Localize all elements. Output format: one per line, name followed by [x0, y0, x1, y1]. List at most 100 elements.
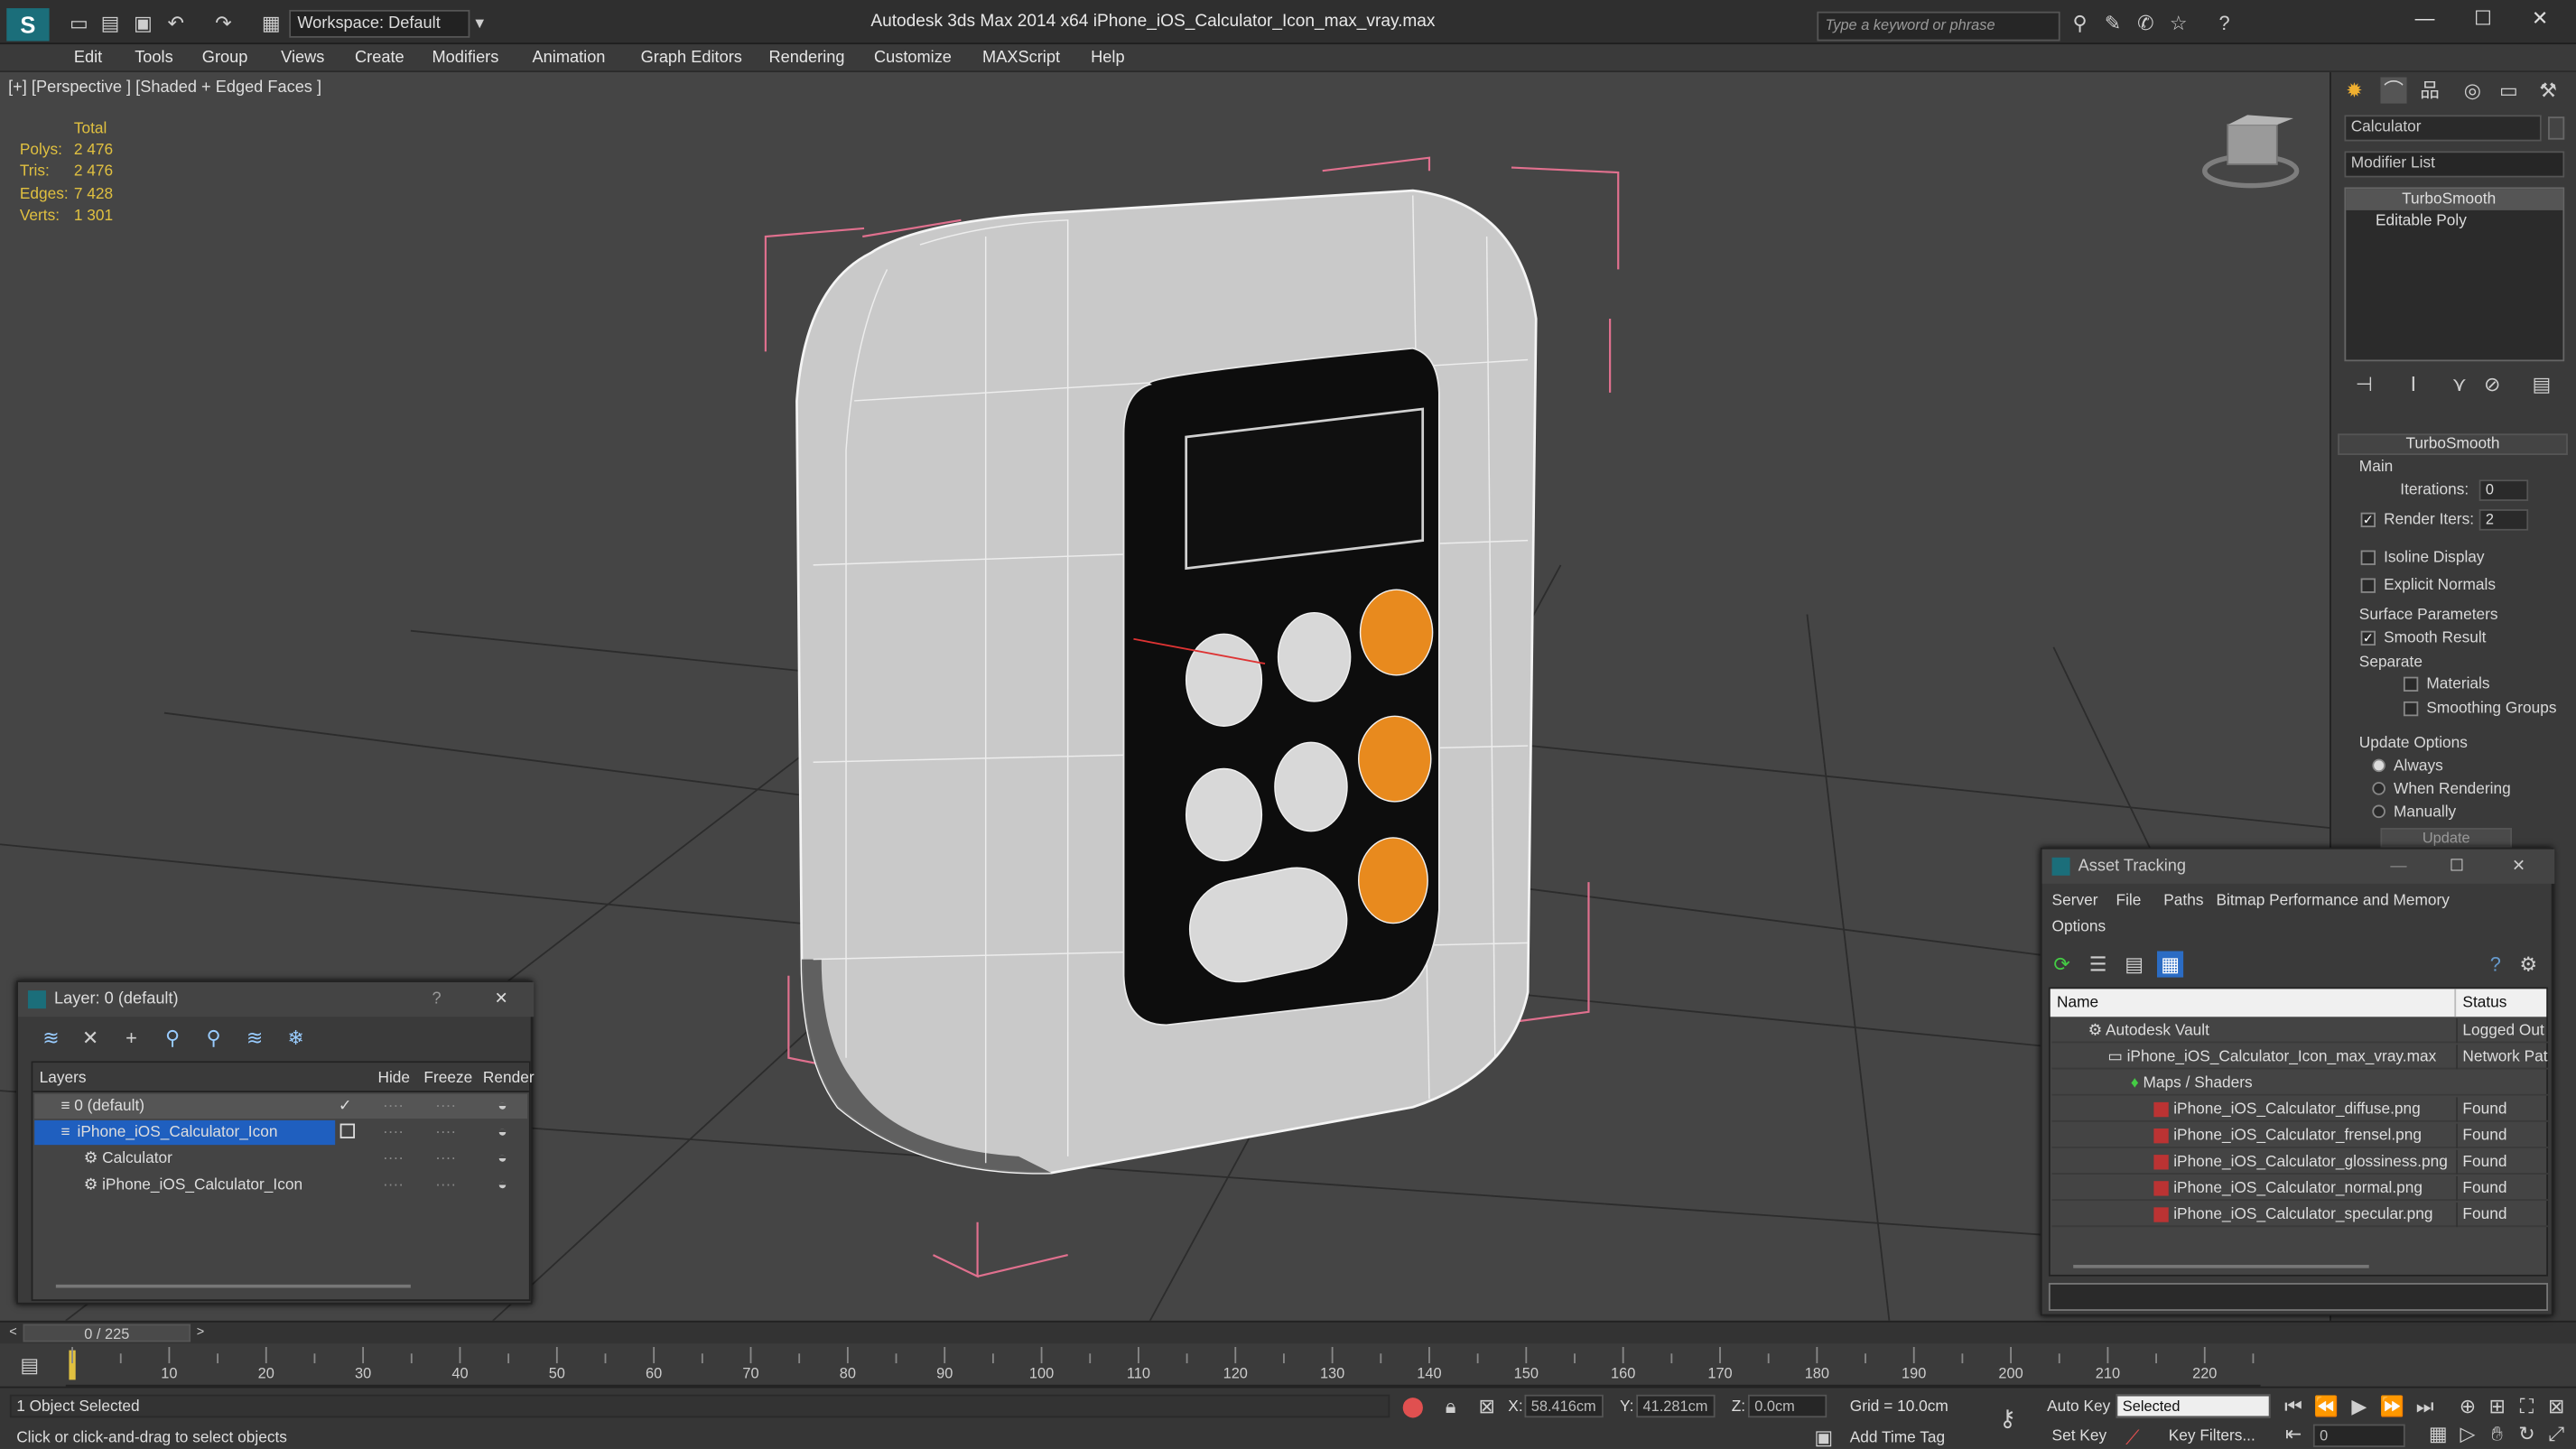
zoom-extents-icon[interactable]: ⛶	[2514, 1393, 2540, 1419]
utilities-tab-icon[interactable]: ⚒	[2534, 78, 2561, 104]
app-logo-icon[interactable]: S	[6, 8, 50, 42]
asset-dialog-title[interactable]: Asset Tracking — ☐ ✕	[2041, 849, 2555, 884]
render-teapot-icon[interactable]: ◒	[498, 1147, 507, 1171]
communication-icon[interactable]: ✆	[2133, 10, 2159, 36]
modifier-list-dropdown[interactable]: Modifier List	[2344, 151, 2565, 178]
asset-row[interactable]: iPhone_iOS_Calculator_diffuse.png Found	[2051, 1097, 2549, 1122]
next-key-icon[interactable]: ⏩	[2379, 1393, 2405, 1419]
when-rendering-radio[interactable]	[2372, 782, 2385, 795]
subscription-icon[interactable]: ✎	[2099, 10, 2125, 36]
hide-dots[interactable]: ····	[383, 1173, 404, 1197]
explicit-normals-checkbox[interactable]	[2360, 578, 2376, 593]
workspace-arrow-icon[interactable]: ▼	[467, 10, 493, 36]
stack-item-turbosmooth[interactable]: TurboSmooth	[2346, 189, 2563, 210]
asset-menu-paths[interactable]: Paths	[2163, 892, 2203, 910]
hierarchy-tab-icon[interactable]: 品	[2416, 78, 2442, 104]
asset-maximize-icon[interactable]: ☐	[2450, 850, 2464, 884]
menu-rendering[interactable]: Rendering	[769, 50, 845, 68]
freeze-dots[interactable]: ····	[435, 1147, 456, 1171]
open-file-icon[interactable]: ▤	[97, 10, 123, 36]
minimize-icon[interactable]: —	[2415, 6, 2435, 29]
asset-menu-server[interactable]: Server	[2052, 892, 2098, 910]
project-folder-icon[interactable]: ▦	[258, 10, 284, 36]
field-of-view-icon[interactable]: ▷	[2454, 1421, 2480, 1447]
menu-help[interactable]: Help	[1091, 50, 1124, 68]
white-key[interactable]	[1277, 611, 1352, 702]
detail-view-icon[interactable]: ▤	[2121, 951, 2147, 977]
maximize-viewport-icon[interactable]: ⤢	[2543, 1421, 2570, 1447]
smoothing-groups-checkbox[interactable]	[2403, 701, 2419, 717]
materials-checkbox[interactable]	[2403, 676, 2419, 692]
isolate-icon[interactable]: ⬤	[1400, 1393, 1426, 1419]
go-to-end-icon[interactable]: ⏭	[2412, 1393, 2438, 1419]
asset-row[interactable]: ⚙ Autodesk Vault Logged Out ...	[2051, 1018, 2549, 1044]
freeze-dots[interactable]: ····	[435, 1094, 456, 1119]
auto-key-button[interactable]: Auto Key	[2047, 1398, 2110, 1416]
menu-create[interactable]: Create	[355, 50, 405, 68]
create-layer-icon[interactable]: ≋	[38, 1025, 64, 1051]
favorites-icon[interactable]: ☆	[2165, 10, 2191, 36]
hide-dots[interactable]: ····	[383, 1147, 404, 1171]
time-slider[interactable]: < 0 / 225 >	[0, 1319, 2576, 1345]
white-key[interactable]	[1274, 741, 1348, 832]
time-config-icon[interactable]: ▦	[2425, 1421, 2451, 1447]
smooth-result-checkbox[interactable]: ✓	[2360, 630, 2376, 646]
highlight-layer-icon[interactable]: ⚲	[200, 1025, 227, 1051]
orange-key[interactable]	[1359, 589, 1434, 676]
asset-row[interactable]: iPhone_iOS_Calculator_normal.png Found	[2051, 1175, 2549, 1202]
asset-row[interactable]: ▭ iPhone_iOS_Calculator_Icon_max_vray.ma…	[2051, 1045, 2549, 1070]
selection-set-dropdown[interactable]: Selected	[2116, 1394, 2271, 1418]
menu-animation[interactable]: Animation	[533, 50, 606, 68]
freeze-all-icon[interactable]: ❄	[283, 1025, 309, 1051]
object-color-swatch[interactable]	[2548, 116, 2565, 140]
always-radio[interactable]	[2372, 758, 2385, 773]
stack-item-editable-poly[interactable]: Editable Poly	[2346, 210, 2562, 232]
iterations-spinner[interactable]: 0	[2478, 479, 2529, 501]
search-input[interactable]: Type a keyword or phrase	[1817, 11, 2060, 42]
set-key-icon[interactable]: ⟋	[2119, 1425, 2145, 1449]
layer-dialog-title[interactable]: Layer: 0 (default) ? ✕	[18, 982, 535, 1017]
lock-icon[interactable]: 🔒︎	[1437, 1393, 1464, 1419]
asset-minimize-icon[interactable]: —	[2390, 850, 2406, 884]
asset-menu-file[interactable]: File	[2116, 892, 2142, 910]
render-iters-spinner[interactable]: 2	[2478, 509, 2529, 531]
asset-tracking-dialog[interactable]: Asset Tracking — ☐ ✕ Server File Paths B…	[2040, 847, 2555, 1316]
asset-options-icon[interactable]: ⚙	[2516, 951, 2542, 977]
time-tag-icon[interactable]: ▣	[1810, 1425, 1837, 1449]
maximize-icon[interactable]: ☐	[2474, 6, 2492, 29]
make-unique-icon[interactable]: ⋎	[2446, 371, 2472, 397]
manually-radio[interactable]	[2372, 804, 2385, 819]
menu-graph-editors[interactable]: Graph Editors	[641, 50, 742, 68]
hide-all-icon[interactable]: ≋	[241, 1025, 267, 1051]
menu-maxscript[interactable]: MAXScript	[982, 50, 1060, 68]
create-tab-icon[interactable]: ✹	[2341, 78, 2367, 104]
pan-icon[interactable]: ✋︎	[2484, 1421, 2510, 1447]
current-frame-field[interactable]: 0	[2312, 1424, 2405, 1447]
display-tab-icon[interactable]: ▭	[2496, 78, 2522, 104]
hide-column-header[interactable]: Hide	[377, 1069, 410, 1087]
asset-scrollbar[interactable]	[2073, 1265, 2369, 1268]
asset-path-field[interactable]	[2048, 1283, 2549, 1311]
render-teapot-icon[interactable]: ◒	[498, 1173, 507, 1197]
binoculars-icon[interactable]: ⚲	[2067, 10, 2093, 36]
asset-help-icon[interactable]: ?	[2482, 951, 2508, 977]
remove-modifier-icon[interactable]: ⊘	[2479, 371, 2506, 397]
menu-views[interactable]: Views	[281, 50, 324, 68]
select-objects-icon[interactable]: ⚲	[159, 1025, 185, 1051]
orange-key[interactable]	[1357, 715, 1432, 803]
x-coordinate-field[interactable]: 58.416cm	[1524, 1394, 1604, 1418]
absolute-mode-icon[interactable]: ⊠	[1474, 1393, 1500, 1419]
save-icon[interactable]: ▣	[130, 10, 156, 36]
workspace-dropdown[interactable]: Workspace: Default	[289, 9, 470, 38]
name-column-header[interactable]: Name	[2057, 994, 2098, 1012]
next-frame-icon[interactable]: >	[187, 1319, 213, 1345]
zoom-extents-all-icon[interactable]: ⊠	[2543, 1393, 2570, 1419]
status-column-header[interactable]: Status	[2454, 989, 2506, 1017]
asset-menu-options[interactable]: Options	[2052, 918, 2106, 936]
track-ruler[interactable]: 10 20 30 40 50 60 70 80 90 100 110 120 130 140 150 160 1…	[65, 1343, 2261, 1387]
time-slider-thumb[interactable]: 0 / 225	[23, 1324, 191, 1342]
orange-key[interactable]	[1357, 837, 1428, 924]
z-coordinate-field[interactable]: 0.0cm	[1747, 1394, 1827, 1418]
layer-help-button[interactable]: ?	[432, 982, 442, 1017]
y-coordinate-field[interactable]: 41.281cm	[1636, 1394, 1716, 1418]
